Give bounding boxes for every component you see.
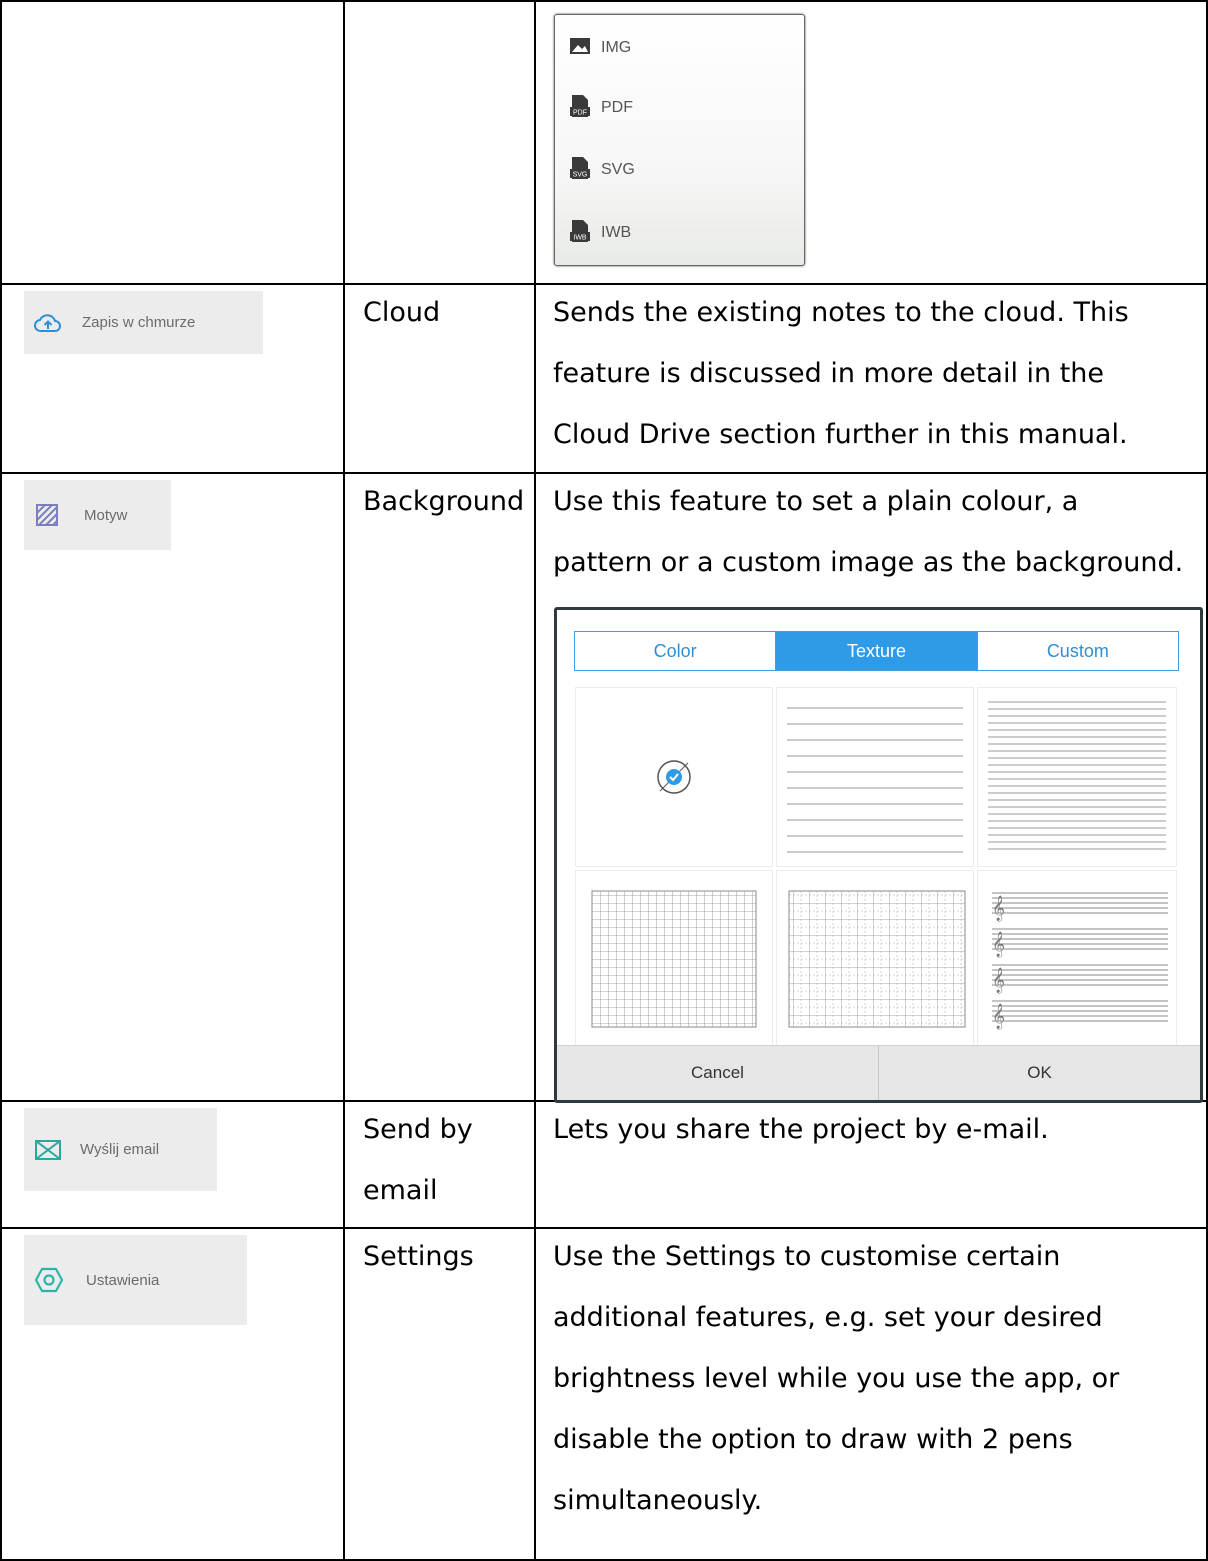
send-email-button[interactable]: Wyślij email bbox=[24, 1108, 217, 1191]
background-dialog: Color Texture Custom 𝄞 𝄞 𝄞 𝄞 Cancel OK bbox=[554, 607, 1203, 1103]
envelope-icon bbox=[34, 1139, 62, 1161]
texture-small-grid[interactable] bbox=[575, 870, 773, 1050]
cloud-upload-icon bbox=[34, 311, 62, 335]
small-grid-pattern bbox=[591, 890, 757, 1028]
description-line: additional features, e.g. set your desir… bbox=[553, 1302, 1103, 1333]
svg-text:SVG: SVG bbox=[573, 171, 588, 178]
narrow-lines-pattern bbox=[988, 701, 1166, 850]
menu-item-iwb[interactable]: IWB IWB bbox=[569, 218, 631, 248]
svg-text:𝄞: 𝄞 bbox=[992, 895, 1005, 921]
function-settings: Settings bbox=[363, 1241, 474, 1272]
background-tabs: Color Texture Custom bbox=[574, 631, 1179, 671]
description-line: pattern or a custom image as the backgro… bbox=[553, 547, 1184, 578]
settings-label: Ustawienia bbox=[86, 1271, 160, 1289]
dialog-button-bar: Cancel OK bbox=[557, 1045, 1200, 1100]
dotted-grid-pattern bbox=[788, 890, 966, 1028]
column-divider-2 bbox=[534, 0, 536, 1561]
export-format-menu: IMG PDF PDF SVG SVG IWB IWB bbox=[554, 14, 805, 266]
send-email-label: Wyślij email bbox=[80, 1141, 160, 1158]
settings-button[interactable]: Ustawienia bbox=[24, 1235, 247, 1325]
function-send-email: Send by bbox=[363, 1114, 473, 1145]
tab-texture[interactable]: Texture bbox=[775, 632, 977, 670]
selected-check-icon bbox=[657, 760, 691, 794]
menu-item-label: SVG bbox=[601, 161, 635, 178]
svg-file-icon: SVG bbox=[569, 156, 591, 185]
function-cloud: Cloud bbox=[363, 297, 441, 328]
ok-button[interactable]: OK bbox=[878, 1046, 1200, 1100]
menu-item-pdf[interactable]: PDF PDF bbox=[569, 93, 633, 123]
wide-lines-pattern bbox=[787, 707, 963, 853]
table-border-left bbox=[0, 0, 2, 1561]
texture-treble-staff[interactable]: 𝄞 𝄞 𝄞 𝄞 bbox=[977, 870, 1177, 1050]
svg-text:IWB: IWB bbox=[573, 234, 587, 241]
function-send-email: email bbox=[363, 1175, 438, 1206]
cloud-save-button[interactable]: Zapis w chmurze bbox=[24, 291, 263, 354]
theme-button[interactable]: Motyw bbox=[24, 480, 171, 550]
description-line: feature is discussed in more detail in t… bbox=[553, 358, 1105, 389]
svg-text:𝄞: 𝄞 bbox=[992, 1003, 1005, 1029]
function-background: Background bbox=[363, 486, 525, 517]
texture-wide-lines[interactable] bbox=[776, 687, 974, 867]
texture-narrow-lines[interactable] bbox=[977, 687, 1177, 867]
hatched-square-icon bbox=[34, 503, 60, 527]
pdf-file-icon: PDF bbox=[569, 94, 591, 123]
table-border-top bbox=[0, 0, 1208, 2]
description-line: Cloud Drive section further in this manu… bbox=[553, 419, 1128, 450]
description-line: Lets you share the project by e-mail. bbox=[553, 1114, 1049, 1145]
description-line: simultaneously. bbox=[553, 1485, 763, 1516]
svg-text:𝄞: 𝄞 bbox=[992, 931, 1005, 957]
image-icon bbox=[569, 37, 591, 60]
description-line: Use the Settings to customise certain bbox=[553, 1241, 1061, 1272]
tab-custom[interactable]: Custom bbox=[976, 632, 1178, 670]
theme-label: Motyw bbox=[84, 506, 128, 524]
texture-dotted-grid[interactable] bbox=[776, 870, 974, 1050]
cloud-save-label: Zapis w chmurze bbox=[82, 314, 196, 331]
treble-staff-pattern: 𝄞 𝄞 𝄞 𝄞 bbox=[992, 892, 1168, 1029]
texture-blank[interactable] bbox=[575, 687, 773, 867]
description-line: Use this feature to set a plain colour, … bbox=[553, 486, 1079, 517]
menu-item-label: IWB bbox=[601, 224, 632, 241]
svg-text:PDF: PDF bbox=[573, 109, 587, 116]
hexagon-settings-icon bbox=[34, 1266, 64, 1294]
svg-text:𝄞: 𝄞 bbox=[992, 967, 1005, 993]
column-divider-1 bbox=[343, 0, 345, 1561]
menu-item-label: IMG bbox=[601, 39, 632, 56]
menu-item-svg[interactable]: SVG SVG bbox=[569, 155, 635, 185]
iwb-file-icon: IWB bbox=[569, 219, 591, 248]
menu-item-img[interactable]: IMG bbox=[569, 33, 631, 63]
tab-color[interactable]: Color bbox=[575, 632, 775, 670]
description-line: Sends the existing notes to the cloud. T… bbox=[553, 297, 1129, 328]
description-line: brightness level while you use the app, … bbox=[553, 1363, 1120, 1394]
menu-item-label: PDF bbox=[601, 99, 633, 116]
description-line: disable the option to draw with 2 pens bbox=[553, 1424, 1073, 1455]
cancel-button[interactable]: Cancel bbox=[557, 1046, 878, 1100]
